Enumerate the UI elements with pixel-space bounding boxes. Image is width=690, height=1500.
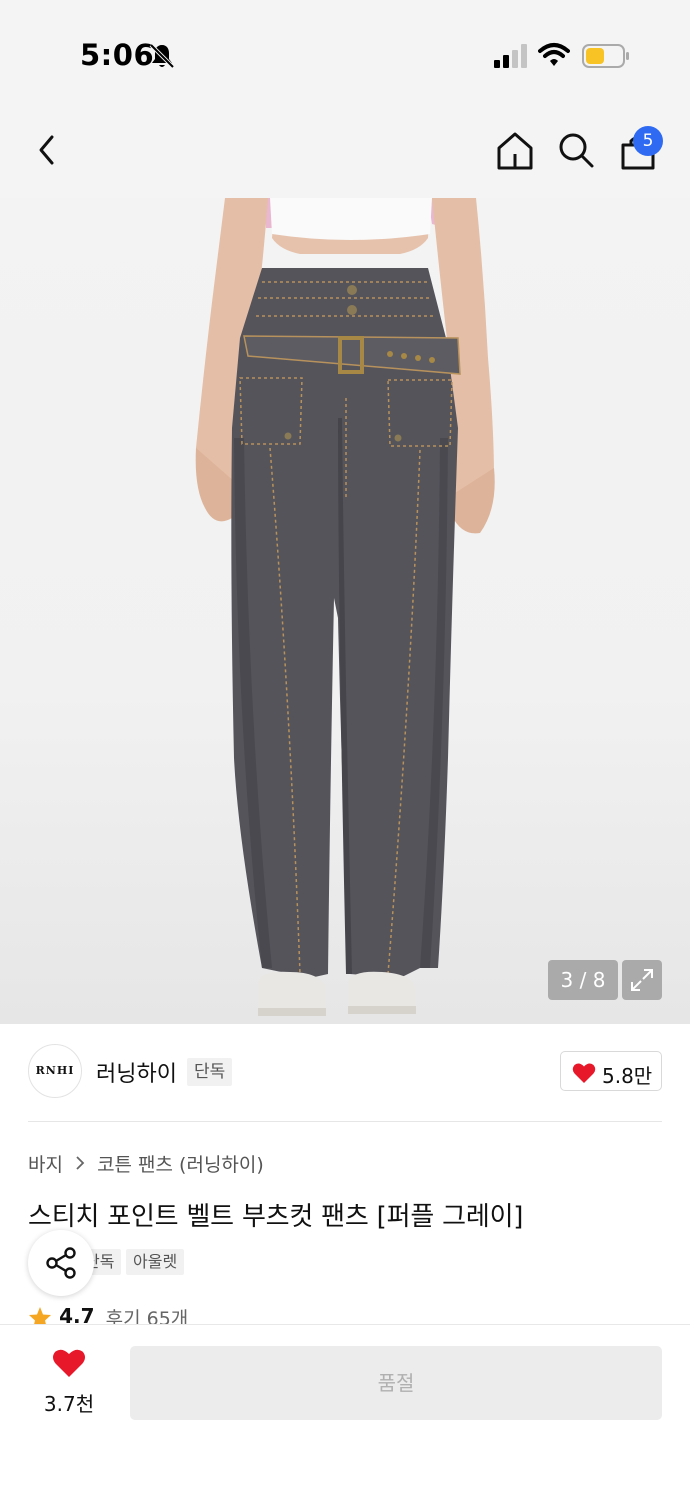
- divider: [28, 1121, 662, 1122]
- heart-icon: [572, 1063, 596, 1083]
- brand-like-button[interactable]: 5.8만: [560, 1051, 662, 1091]
- breadcrumb-category[interactable]: 바지: [28, 1154, 63, 1176]
- model-photo: [195, 198, 495, 1016]
- back-arrow-icon[interactable]: [32, 132, 64, 168]
- expand-icon: [631, 969, 653, 991]
- wifi-icon: [538, 43, 570, 66]
- battery-icon: [582, 44, 629, 68]
- brand-logo[interactable]: RNHI: [28, 1044, 82, 1098]
- breadcrumb-subcategory[interactable]: 코튼 팬츠 (러닝하이): [97, 1154, 264, 1176]
- breadcrumb: 바지 코튼 팬츠 (러닝하이): [28, 1150, 264, 1177]
- image-counter: 3 / 8: [548, 960, 618, 1000]
- product-title: 스티치 포인트 벨트 부츠컷 팬츠 [퍼플 그레이]: [28, 1202, 524, 1232]
- exclusive-badge: 단독: [187, 1058, 233, 1086]
- search-icon[interactable]: [556, 130, 596, 170]
- brand-like-count: 5.8만: [602, 1064, 653, 1088]
- fullscreen-button[interactable]: [622, 960, 662, 1000]
- cart-count-badge: 5: [633, 126, 663, 156]
- product-tag-outlet: 아울렛: [126, 1249, 185, 1275]
- share-button[interactable]: [28, 1230, 94, 1296]
- wishlist-count: 3.7천: [43, 1392, 95, 1416]
- sold-out-button[interactable]: 품절: [130, 1346, 662, 1420]
- bell-off-icon: [149, 43, 175, 69]
- wishlist-heart-icon[interactable]: [52, 1348, 86, 1378]
- product-image[interactable]: [0, 198, 690, 1024]
- top-nav-bar: [0, 100, 690, 198]
- cellular-signal-icon: [494, 44, 527, 68]
- brand-name[interactable]: 러닝하이: [96, 1056, 177, 1088]
- share-icon: [46, 1247, 76, 1279]
- chevron-right-icon: [75, 1153, 85, 1175]
- status-time: 5:06: [80, 38, 155, 72]
- home-icon[interactable]: [494, 130, 536, 172]
- status-bar: 5:06: [0, 0, 690, 100]
